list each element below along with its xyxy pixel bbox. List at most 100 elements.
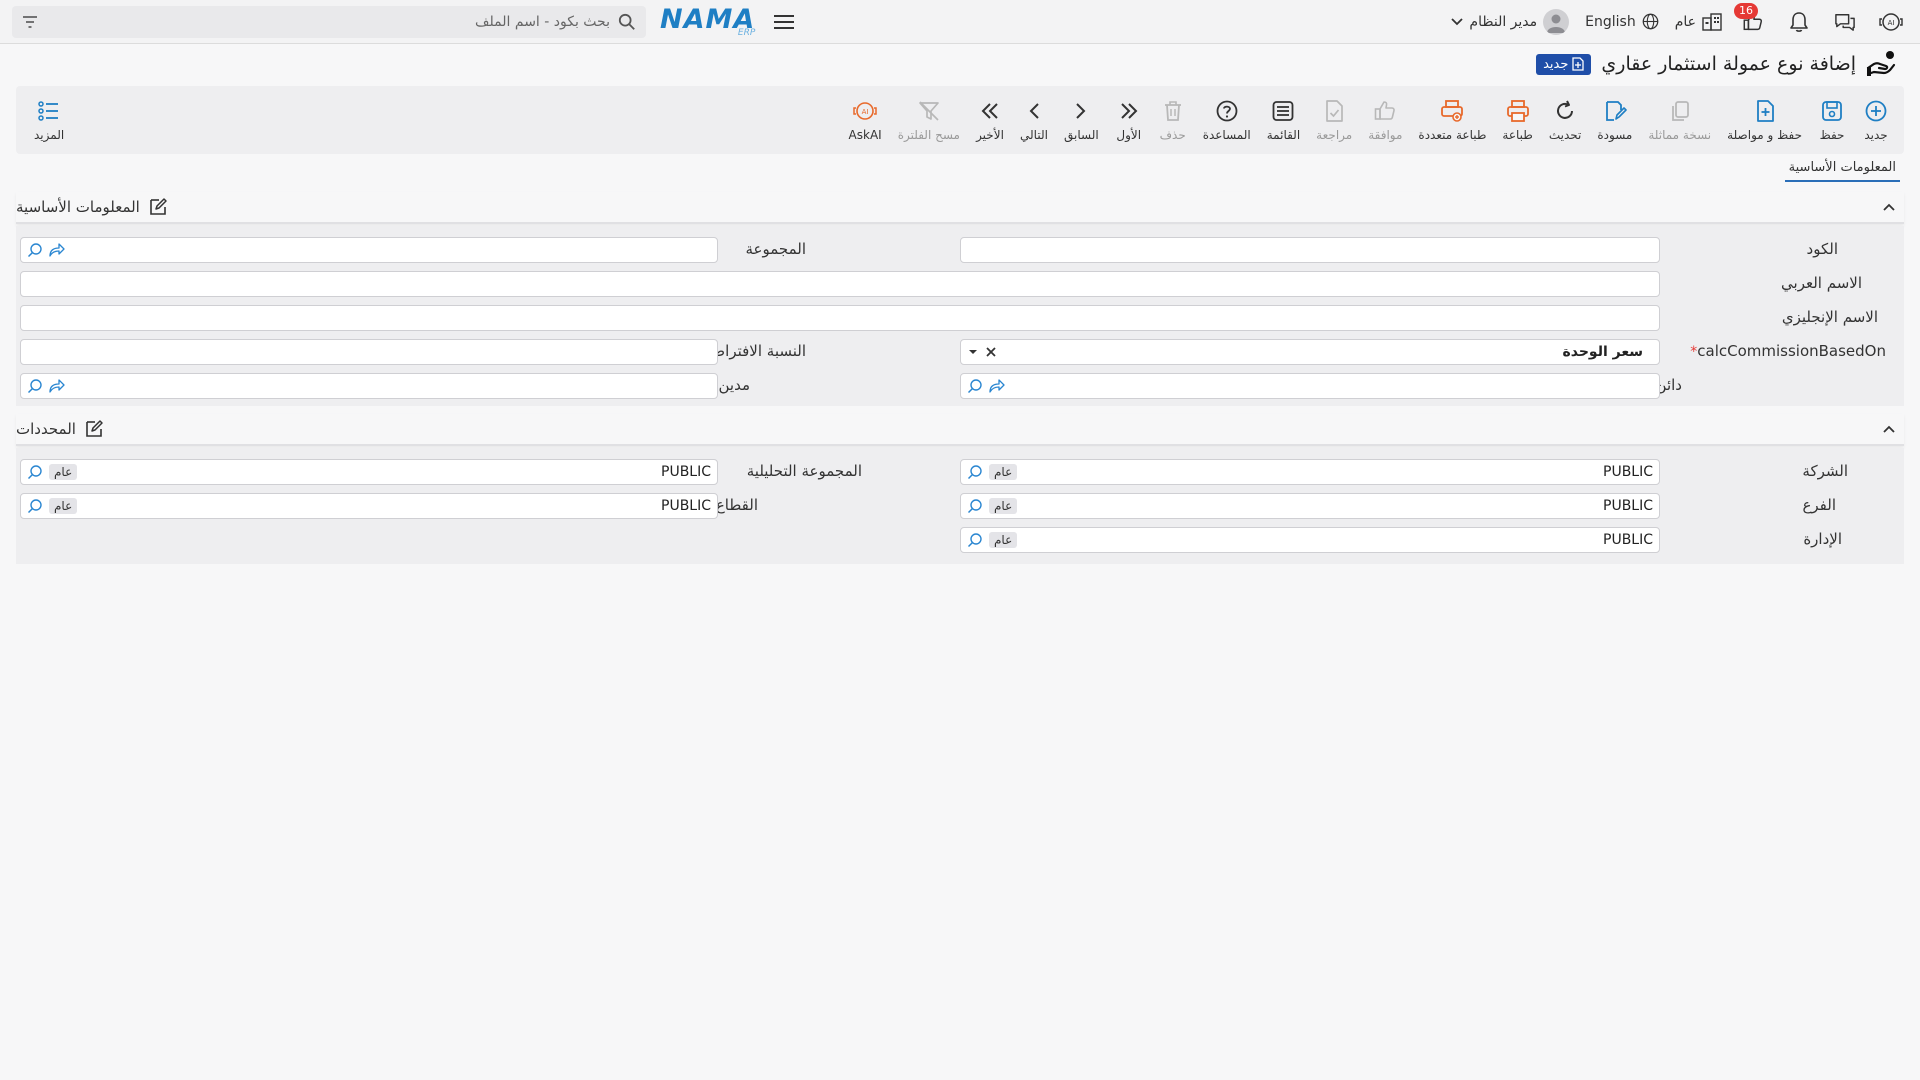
- app-logo[interactable]: NAMA ERP: [660, 6, 755, 38]
- tab-basic-info[interactable]: المعلومات الأساسية: [1784, 160, 1900, 182]
- notifications-button[interactable]: [1784, 7, 1814, 37]
- ai-assistant-button[interactable]: AI: [1876, 7, 1906, 37]
- top-bar: NAMA ERP مدير النظام English: [0, 0, 1920, 44]
- search-lookup-icon[interactable]: [27, 378, 43, 394]
- branch-value[interactable]: PUBLIC: [1023, 498, 1653, 514]
- search-lookup-icon[interactable]: [967, 498, 983, 514]
- form-row: الاسم العربي: [16, 270, 1904, 298]
- save-button[interactable]: حفظ: [1810, 86, 1854, 154]
- delete-label: حذف: [1159, 127, 1186, 142]
- code-label: الكود: [1806, 240, 1838, 258]
- basic-info-section-header: المعلومات الأساسية: [16, 192, 1904, 224]
- company-value[interactable]: PUBLIC: [1023, 464, 1653, 480]
- print-button[interactable]: طباعة: [1494, 86, 1540, 154]
- bell-icon: [1789, 11, 1809, 33]
- analytic-group-value[interactable]: PUBLIC: [83, 464, 711, 480]
- search-lookup-icon[interactable]: [967, 464, 983, 480]
- language-switch[interactable]: English: [1585, 13, 1659, 30]
- open-link-icon[interactable]: [49, 379, 65, 393]
- search-lookup-icon[interactable]: [967, 378, 983, 394]
- notification-badge: 16: [1734, 2, 1758, 19]
- previous-record-button[interactable]: السابق: [1056, 86, 1107, 154]
- branch-tag: عام: [989, 498, 1018, 514]
- trash-icon: [1161, 99, 1185, 123]
- user-menu[interactable]: مدير النظام: [1451, 8, 1570, 35]
- company-tag: عام: [989, 464, 1018, 480]
- dimensions-collapse-button[interactable]: [1874, 414, 1904, 444]
- tab-strip: المعلومات الأساسية: [1784, 160, 1900, 186]
- filter-icon[interactable]: [22, 15, 38, 29]
- messages-button[interactable]: [1830, 7, 1860, 37]
- calc-commission-label-text: calcCommissionBasedOn: [1697, 342, 1886, 360]
- double-chevron-right-icon: [1117, 99, 1141, 123]
- approvals-button[interactable]: 16: [1734, 2, 1768, 37]
- list-icon: [1271, 99, 1295, 123]
- branch-switch[interactable]: عام: [1675, 12, 1722, 31]
- page-header: إضافة نوع عمولة استثمار عقاري جديد: [1536, 48, 1896, 80]
- debtor-input[interactable]: [71, 375, 711, 397]
- last-record-button[interactable]: الأخير: [968, 86, 1012, 154]
- next-record-button[interactable]: التالي: [1012, 86, 1056, 154]
- save-continue-button[interactable]: حفظ و مواصلة: [1719, 86, 1810, 154]
- creditor-input[interactable]: [1011, 375, 1653, 397]
- basic-info-collapse-button[interactable]: [1874, 192, 1904, 222]
- sector-value[interactable]: PUBLIC: [83, 498, 711, 514]
- first-record-button[interactable]: الأول: [1107, 86, 1151, 154]
- clear-filter-icon: [917, 99, 941, 123]
- code-input[interactable]: [967, 239, 1653, 261]
- clear-filter-label: مسح الفلترة: [897, 127, 960, 142]
- search-lookup-icon[interactable]: [27, 242, 43, 258]
- double-chevron-left-icon: [978, 99, 1002, 123]
- logo-subtext: ERP: [737, 27, 756, 38]
- clear-filter-button[interactable]: مسح الفلترة: [890, 86, 968, 154]
- open-link-icon[interactable]: [49, 243, 65, 257]
- group-input[interactable]: [71, 239, 711, 261]
- more-button[interactable]: المزيد: [26, 86, 72, 154]
- sector-field: عام PUBLIC: [20, 493, 718, 519]
- open-link-icon[interactable]: [989, 379, 1005, 393]
- dimensions-section-header: المحددات: [16, 414, 1904, 446]
- list-button[interactable]: القائمة: [1259, 86, 1308, 154]
- search-lookup-icon[interactable]: [27, 498, 43, 514]
- arabic-name-label: الاسم العربي: [1781, 274, 1862, 292]
- status-badge: جديد: [1536, 53, 1592, 75]
- draft-icon: [1603, 99, 1627, 123]
- english-name-field: [20, 305, 1660, 331]
- clear-icon[interactable]: [985, 346, 997, 358]
- toolbar-buttons: جديد حفظ حفظ و مواصلة نسخة مماثلة مسودة …: [841, 86, 1898, 154]
- department-value[interactable]: PUBLIC: [1023, 532, 1653, 548]
- department-tag: عام: [989, 532, 1018, 548]
- chevron-up-icon: [1882, 425, 1896, 434]
- arabic-name-input[interactable]: [27, 273, 1653, 295]
- review-icon: [1322, 99, 1346, 123]
- default-ratio-input[interactable]: [27, 341, 711, 363]
- save-continue-icon: [1753, 99, 1777, 123]
- previous-record-label: السابق: [1063, 127, 1099, 142]
- help-button[interactable]: المساعدة: [1195, 86, 1259, 154]
- basic-info-title: المعلومات الأساسية: [16, 197, 180, 217]
- calc-commission-select[interactable]: سعر الوحدة: [960, 339, 1660, 365]
- search-lookup-icon[interactable]: [967, 532, 983, 548]
- thumbs-up-icon: [1373, 99, 1397, 123]
- draft-label: مسودة: [1597, 127, 1633, 142]
- menu-icon[interactable]: [771, 9, 797, 35]
- save-icon: [1820, 99, 1844, 123]
- last-record-label: الأخير: [976, 127, 1004, 142]
- english-name-input[interactable]: [27, 307, 1653, 329]
- new-button-label: جديد: [1864, 127, 1888, 142]
- search-icon[interactable]: [618, 13, 636, 31]
- ask-ai-button[interactable]: AI AskAI: [841, 86, 890, 154]
- approve-button[interactable]: موافقة: [1360, 86, 1410, 154]
- caret-down-icon[interactable]: [967, 348, 979, 356]
- search-input[interactable]: [46, 13, 610, 30]
- form-row: الإدارة عام PUBLIC: [16, 526, 1904, 554]
- default-ratio-field: [20, 339, 718, 365]
- draft-button[interactable]: مسودة: [1589, 86, 1640, 154]
- duplicate-button[interactable]: نسخة مماثلة: [1640, 86, 1719, 154]
- search-lookup-icon[interactable]: [27, 464, 43, 480]
- multi-print-button[interactable]: طباعة متعددة: [1410, 86, 1494, 154]
- new-button[interactable]: جديد: [1854, 86, 1898, 154]
- review-button[interactable]: مراجعة: [1308, 86, 1360, 154]
- refresh-button[interactable]: تحديث: [1541, 86, 1590, 154]
- delete-button[interactable]: حذف: [1151, 86, 1195, 154]
